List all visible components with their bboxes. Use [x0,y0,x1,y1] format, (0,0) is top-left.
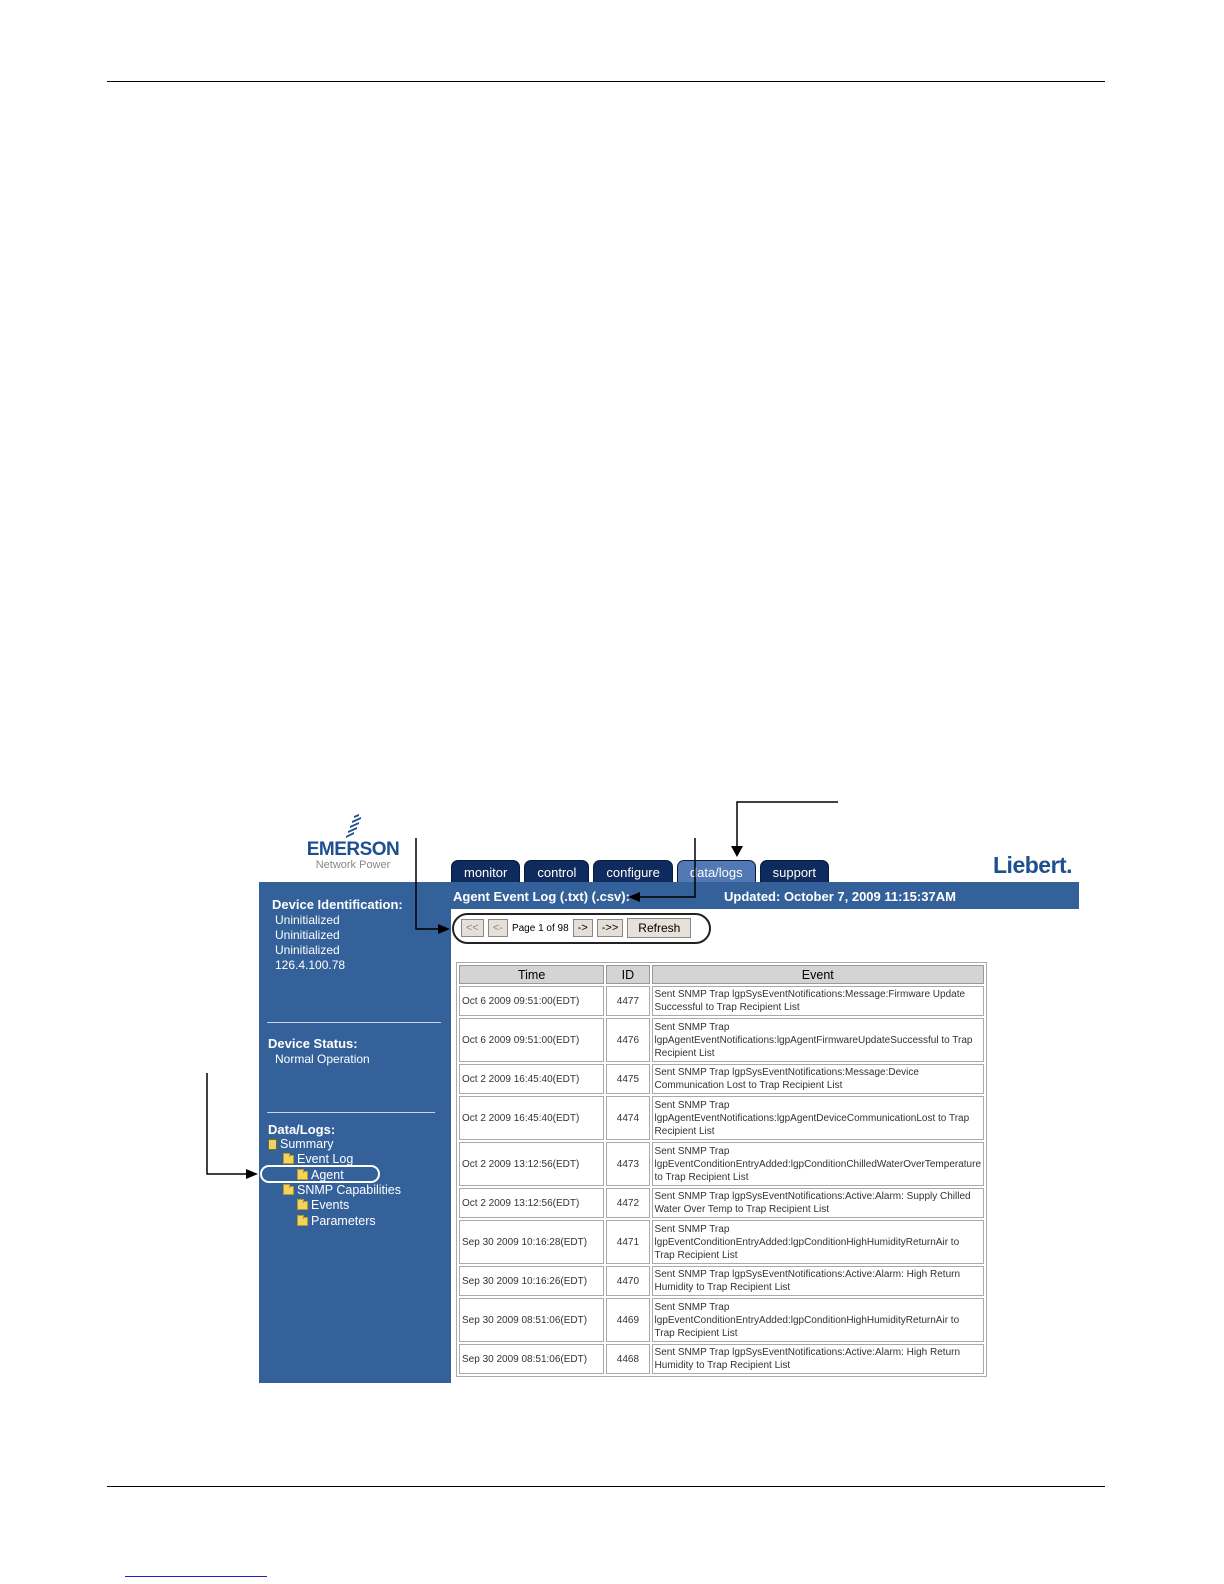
column-header-event[interactable]: Event [651,965,984,984]
cell-event: Sent SNMP Trap lgpSysEventNotifications:… [651,1188,984,1218]
cell-id: 4470 [606,1266,650,1296]
table-row: Oct 6 2009 09:51:00(EDT) 4476 Sent SNMP … [459,1018,984,1062]
first-page-button[interactable]: << [461,919,484,937]
page-icon [268,1138,277,1150]
next-page-button[interactable]: -> [572,919,593,937]
device-id-line: Uninitialized [275,943,340,957]
cell-id: 4471 [606,1220,650,1264]
emerson-emblem-icon [346,814,361,838]
cell-time: Oct 6 2009 09:51:00(EDT) [459,986,605,1016]
cell-time: Sep 30 2009 10:16:28(EDT) [459,1220,605,1264]
page-indicator: Page 1 of 98 [511,922,569,934]
footer-link-underline[interactable] [125,1576,267,1577]
tree-item-label: Events [311,1198,350,1212]
log-title-bar: Agent Event Log (.txt) (.csv): Updated: … [451,882,1079,909]
bottom-rule [107,1486,1105,1487]
last-page-button[interactable]: ->> [596,919,624,937]
tree-item-label: Summary [280,1137,334,1151]
tab-configure[interactable]: configure [593,860,673,882]
tree-item-snmp-capabilities[interactable]: SNMP Capabilities [283,1183,401,1197]
cell-event: Sent SNMP Trap lgpSysEventNotifications:… [651,1344,984,1374]
table-row: Sep 30 2009 10:16:28(EDT) 4471 Sent SNMP… [459,1220,984,1264]
device-identification-heading: Device Identification: [272,897,403,912]
agent-highlight-callout [260,1165,380,1183]
table-row: Sep 30 2009 08:51:06(EDT) 4469 Sent SNMP… [459,1298,984,1342]
cell-id: 4468 [606,1344,650,1374]
table-row: Oct 2 2009 13:12:56(EDT) 4473 Sent SNMP … [459,1142,984,1186]
tree-item-label: Parameters [311,1214,376,1228]
cell-id: 4476 [606,1018,650,1062]
sidebar-divider [267,1112,435,1113]
table-row: Sep 30 2009 08:51:06(EDT) 4468 Sent SNMP… [459,1344,984,1374]
pager: << <- Page 1 of 98 -> ->> Refresh [461,918,692,938]
cell-time: Oct 2 2009 16:45:40(EDT) [459,1064,605,1094]
cell-event: Sent SNMP Trap lgpSysEventNotifications:… [651,1266,984,1296]
column-header-id[interactable]: ID [606,965,650,984]
table-row: Sep 30 2009 10:16:26(EDT) 4470 Sent SNMP… [459,1266,984,1296]
cell-id: 4473 [606,1142,650,1186]
emerson-subtitle: Network Power [315,859,391,871]
sidebar-divider [267,1022,441,1023]
device-status-heading: Device Status: [268,1036,358,1051]
sidebar: Device Identification: Uninitialized Uni… [259,882,451,1383]
updated-timestamp: Updated: October 7, 2009 11:15:37AM [724,889,956,904]
cell-time: Oct 2 2009 16:45:40(EDT) [459,1096,605,1140]
tab-data-logs[interactable]: data/logs [676,860,756,882]
table-header-row: Time ID Event [459,965,984,984]
cell-id: 4472 [606,1188,650,1218]
cell-event: Sent SNMP Trap lgpEventConditionEntryAdd… [651,1220,984,1264]
main-tabs: monitor control configure data/logs supp… [451,860,830,882]
cell-time: Sep 30 2009 08:51:06(EDT) [459,1344,605,1374]
tab-control[interactable]: control [524,860,590,882]
top-rule [107,81,1105,82]
column-header-time[interactable]: Time [459,965,605,984]
device-id-line: Uninitialized [275,913,340,927]
cell-id: 4469 [606,1298,650,1342]
data-logs-heading: Data/Logs: [268,1122,336,1137]
refresh-button[interactable]: Refresh [627,918,692,938]
cell-time: Oct 2 2009 13:12:56(EDT) [459,1142,605,1186]
emerson-logo: EMERSON Network Power [297,814,409,878]
emerson-wordmark: EMERSON [306,839,400,860]
folder-icon [297,1198,308,1210]
cell-event: Sent SNMP Trap lgpEventConditionEntryAdd… [651,1142,984,1186]
tree-item-event-log[interactable]: Event Log [283,1152,353,1166]
table-row: Oct 2 2009 16:45:40(EDT) 4475 Sent SNMP … [459,1064,984,1094]
cell-time: Oct 2 2009 13:12:56(EDT) [459,1188,605,1218]
cell-event: Sent SNMP Trap lgpEventConditionEntryAdd… [651,1298,984,1342]
folder-icon [297,1214,308,1226]
tree-item-events[interactable]: Events [297,1198,349,1212]
cell-id: 4474 [606,1096,650,1140]
tab-support[interactable]: support [759,860,830,882]
table-row: Oct 2 2009 13:12:56(EDT) 4472 Sent SNMP … [459,1188,984,1218]
cell-event: Sent SNMP Trap lgpAgentEventNotification… [651,1096,984,1140]
cell-time: Sep 30 2009 08:51:06(EDT) [459,1298,605,1342]
cell-time: Sep 30 2009 10:16:26(EDT) [459,1266,605,1296]
cell-event: Sent SNMP Trap lgpSysEventNotifications:… [651,986,984,1016]
liebert-logo: Liebert. [993,852,1073,878]
folder-icon [283,1152,294,1164]
cell-event: Sent SNMP Trap lgpSysEventNotifications:… [651,1064,984,1094]
table-row: Oct 6 2009 09:51:00(EDT) 4477 Sent SNMP … [459,986,984,1016]
event-log-table: Time ID Event Oct 6 2009 09:51:00(EDT) 4… [456,962,987,1377]
cell-event: Sent SNMP Trap lgpAgentEventNotification… [651,1018,984,1062]
cell-id: 4475 [606,1064,650,1094]
cell-time: Oct 6 2009 09:51:00(EDT) [459,1018,605,1062]
device-id-line: Uninitialized [275,928,340,942]
tree-item-summary[interactable]: Summary [268,1137,333,1151]
tree-item-label: Event Log [297,1152,354,1166]
device-ip-address: 126.4.100.78 [275,958,346,972]
tree-item-label: SNMP Capabilities [297,1183,401,1197]
log-title: Agent Event Log (.txt) (.csv): [453,889,630,904]
web-interface-screenshot: EMERSON Network Power monitor control co… [259,808,1091,1383]
cell-id: 4477 [606,986,650,1016]
tree-item-parameters[interactable]: Parameters [297,1214,376,1228]
device-status-value: Normal Operation [275,1052,370,1066]
table-row: Oct 2 2009 16:45:40(EDT) 4474 Sent SNMP … [459,1096,984,1140]
prev-page-button[interactable]: <- [487,919,508,937]
tab-monitor[interactable]: monitor [451,860,521,882]
folder-icon [283,1183,294,1195]
